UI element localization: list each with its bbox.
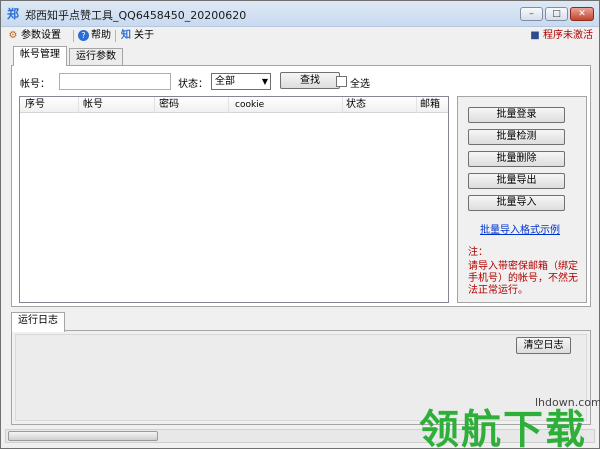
toolbar: ⚙ 参数设置 ? 帮助 知关于 ■ 程序未激活 [1, 27, 599, 45]
status-select-value: 全部 [215, 76, 235, 87]
batch-delete-button[interactable]: 批量删除 [468, 151, 565, 167]
account-label: 帐号： [20, 79, 50, 90]
help-icon: ? [78, 30, 89, 41]
settings-menu-item[interactable]: ⚙ 参数设置 [7, 28, 61, 44]
column-header-account[interactable]: 帐号 [80, 97, 103, 113]
account-list[interactable]: 序号 帐号 密码 cookie 状态 邮箱 [19, 96, 449, 303]
settings-label: 参数设置 [21, 30, 61, 41]
column-divider[interactable] [154, 97, 155, 113]
close-button[interactable]: ✕ [570, 7, 594, 21]
batch-login-button[interactable]: 批量登录 [468, 107, 565, 123]
gear-icon: ⚙ [8, 30, 18, 41]
account-list-header: 序号 帐号 密码 cookie 状态 邮箱 [20, 97, 448, 113]
about-menu-item[interactable]: 知关于 [120, 28, 154, 44]
about-label: 关于 [134, 30, 154, 41]
activation-label: 程序未激活 [543, 30, 593, 41]
column-header-index[interactable]: 序号 [22, 97, 45, 113]
activation-status[interactable]: ■ 程序未激活 [529, 28, 593, 44]
status-label: 状态： [178, 79, 208, 90]
search-button[interactable]: 查找 [280, 72, 340, 89]
watermark-brand: 领航下载 [419, 407, 587, 449]
select-all-checkbox[interactable] [336, 76, 347, 87]
tab-run-log[interactable]: 运行日志 [11, 312, 65, 332]
column-header-cookie[interactable]: cookie [232, 97, 264, 113]
column-divider[interactable] [228, 97, 229, 113]
app-logo-icon: 郑 [7, 7, 20, 21]
minimize-button[interactable]: – [520, 7, 543, 21]
column-header-email[interactable]: 邮箱 [417, 97, 440, 113]
zhihu-icon: 知 [121, 30, 131, 41]
tab-run-params[interactable]: 运行参数 [69, 48, 123, 66]
book-icon: ■ [530, 30, 540, 41]
account-search-input[interactable] [59, 73, 171, 90]
toolbar-divider [73, 30, 74, 42]
maximize-button[interactable]: □ [545, 7, 568, 21]
batch-export-button[interactable]: 批量导出 [468, 173, 565, 189]
window-title: 郑西知乎点赞工具_QQ6458450_20200620 [25, 9, 247, 22]
chevron-down-icon: ▼ [261, 77, 268, 86]
batch-import-button[interactable]: 批量导入 [468, 195, 565, 211]
clear-log-button[interactable]: 清空日志 [516, 337, 571, 354]
column-header-password[interactable]: 密码 [156, 97, 179, 113]
toolbar-divider [115, 30, 116, 42]
status-select[interactable]: 全部 ▼ [211, 73, 271, 90]
column-header-status[interactable]: 状态 [343, 97, 366, 113]
batch-actions-panel: 批量登录 批量检测 批量删除 批量导出 批量导入 批量导入格式示例 注： 请导入… [457, 96, 587, 303]
account-panel: 帐号： 状态： 全部 ▼ 查找 全选 序号 帐号 密码 cookie 状态 邮箱 [11, 65, 591, 307]
note-text: 请导入带密保邮箱（绑定手机号）的帐号，不然无法正常运行。 [468, 261, 578, 296]
import-format-example-link[interactable]: 批量导入格式示例 [480, 221, 560, 236]
app-window: 郑 郑西知乎点赞工具_QQ6458450_20200620 – □ ✕ ⚙ 参数设… [0, 0, 600, 449]
note-label: 注： [468, 247, 488, 258]
column-divider[interactable] [78, 97, 79, 113]
scrollbar-thumb[interactable] [8, 431, 158, 441]
help-menu-item[interactable]: ? 帮助 [78, 28, 111, 44]
title-bar[interactable]: 郑 郑西知乎点赞工具_QQ6458450_20200620 – □ ✕ [1, 1, 599, 27]
tab-account-management[interactable]: 帐号管理 [13, 46, 67, 66]
batch-check-button[interactable]: 批量检测 [468, 129, 565, 145]
select-all-label: 全选 [350, 79, 370, 90]
help-label: 帮助 [91, 30, 111, 41]
